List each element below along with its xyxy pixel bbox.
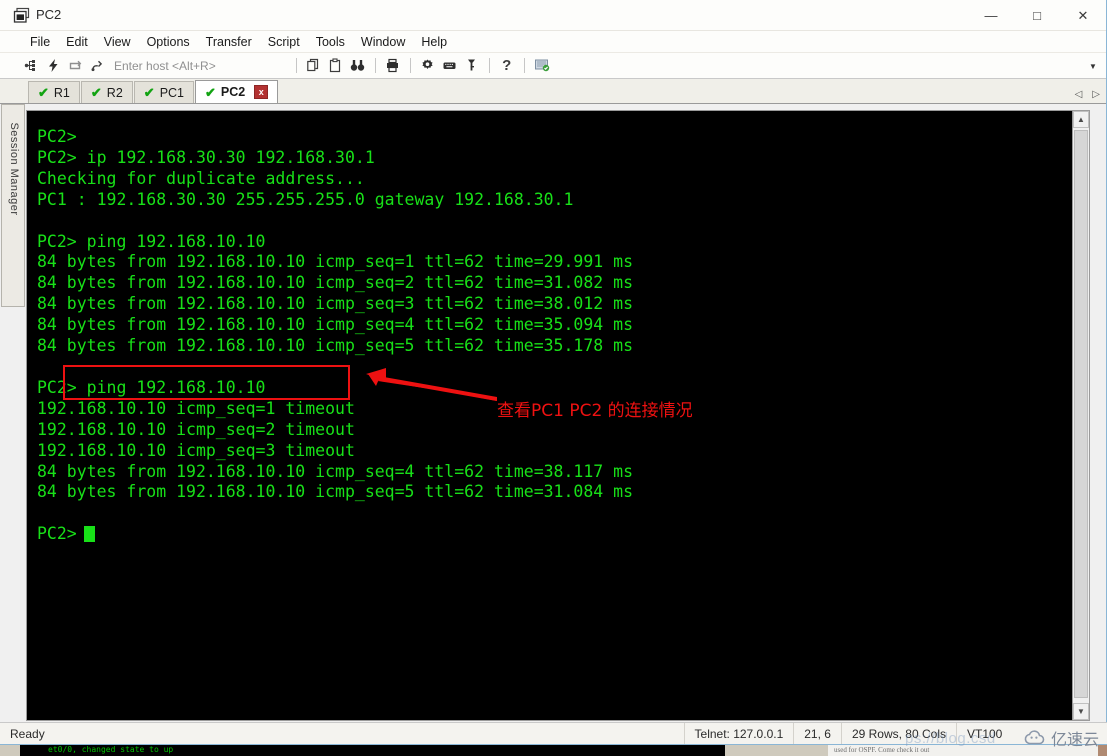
connected-check-icon: ✔ [143,85,155,100]
menu-help[interactable]: Help [413,33,455,51]
status-protocol: Telnet: 127.0.0.1 [685,723,795,744]
watermark-logo: 亿速云 [1024,726,1099,750]
session-options-icon[interactable] [531,55,553,77]
tab-label: PC2 [220,85,246,99]
tab-pc2[interactable]: ✔ PC2 x [195,80,279,103]
connect-sftp-icon[interactable] [86,55,108,77]
terminal-line: 84 bytes from 192.168.10.10 icmp_seq=2 t… [37,273,634,293]
terminal-window-icon [13,7,30,24]
reconnect-icon[interactable] [64,55,86,77]
copy-icon[interactable] [303,55,325,77]
tab-r1[interactable]: ✔ R1 [28,81,80,103]
toolbar-divider-4 [488,58,490,73]
status-cursor-pos: 21, 6 [794,723,842,744]
terminal-line: 84 bytes from 192.168.10.10 icmp_seq=5 t… [37,336,634,356]
tab-label: R1 [53,85,70,100]
connect-icon[interactable] [20,55,42,77]
annotation-text: 查看PC1 PC2 的连接情况 [497,401,693,421]
print-icon[interactable] [382,55,404,77]
toolbar-divider-5 [523,58,525,73]
securecrt-window: PC2 — □ ✕ File Edit View Options Transfe… [0,0,1107,745]
terminal-line: PC2> [37,127,77,146]
window-controls: — □ ✕ [968,0,1106,31]
cloud-logo-icon [1024,730,1045,745]
terminal-line: 84 bytes from 192.168.10.10 icmp_seq=5 t… [37,482,634,502]
menu-transfer[interactable]: Transfer [198,33,260,51]
tab-label: PC1 [159,85,185,100]
toolbar-overflow-chevron-down-icon[interactable]: ▼ [1086,59,1100,73]
background-terminal-window[interactable]: et0/0, changed state to up [20,744,725,756]
key-icon[interactable] [461,55,483,77]
scrollbar-thumb[interactable] [1074,130,1088,698]
menu-file[interactable]: File [22,33,58,51]
terminal-cursor [83,526,95,543]
tab-r2[interactable]: ✔ R2 [80,81,133,103]
toolbar: Enter host <Alt+R> ? ▼ [0,53,1106,79]
scroll-down-arrow-icon[interactable]: ▼ [1073,703,1089,720]
terminal-scrollbar[interactable]: ▲ ▼ [1072,111,1089,720]
terminal-prompt-line: PC2> [37,524,1072,545]
screen: et0/0, changed state to up used for OSPF… [0,0,1107,756]
title-bar: PC2 — □ ✕ [0,0,1106,31]
menu-window[interactable]: Window [353,33,413,51]
settings-icon[interactable] [417,55,439,77]
menu-edit[interactable]: Edit [58,33,96,51]
connected-check-icon: ✔ [205,84,216,100]
session-manager-label: Session Manager [8,122,20,216]
terminal-line: 192.168.10.10 icmp_seq=2 timeout [37,419,355,439]
menu-options[interactable]: Options [139,33,198,51]
menu-script[interactable]: Script [260,33,308,51]
tab-pc1[interactable]: ✔ PC1 [133,81,195,103]
tab-next-arrow-icon[interactable]: ▷ [1092,89,1100,100]
window-title: PC2 [36,7,62,22]
minimize-button[interactable]: — [968,0,1014,31]
terminal-line: PC1 : 192.168.30.30 255.255.255.0 gatewa… [37,189,574,209]
terminal-line: 84 bytes from 192.168.10.10 icmp_seq=1 t… [37,252,634,272]
status-ready: Ready [0,723,685,744]
watermark-brand: 亿速云 [1050,730,1099,749]
tab-close-icon[interactable]: x [254,85,269,99]
toolbar-divider-3 [409,58,411,73]
terminal-line: PC2> ip 192.168.30.30 192.168.30.1 [37,147,375,167]
toolbar-divider-2 [374,58,376,73]
find-icon[interactable] [347,55,369,77]
scroll-up-arrow-icon[interactable]: ▲ [1073,111,1089,128]
watermark-url: ps://blog.csd [905,730,996,747]
tab-label: R2 [106,85,123,100]
keymap-icon[interactable] [439,55,461,77]
terminal-prompt: PC2> [37,524,77,544]
menu-bar: File Edit View Options Transfer Script T… [0,31,1106,53]
terminal-line: PC2> ping 192.168.10.10 [37,231,266,251]
terminal-line: 84 bytes from 192.168.10.10 icmp_seq=3 t… [37,294,634,314]
terminal-line: Checking for duplicate address... [37,168,365,188]
terminal-line: 192.168.10.10 icmp_seq=3 timeout [37,440,355,460]
terminal-line: 84 bytes from 192.168.10.10 icmp_seq=4 t… [37,461,634,481]
quick-connect-icon[interactable] [42,55,64,77]
background-image-window[interactable] [1098,744,1107,756]
host-input[interactable]: Enter host <Alt+R> [114,59,216,73]
tab-bar: ✔ R1 ✔ R2 ✔ PC1 ✔ PC2 x ◁ ▷ [0,79,1106,104]
connected-check-icon: ✔ [38,85,49,100]
connected-check-icon: ✔ [90,85,102,100]
terminal-line: 84 bytes from 192.168.10.10 icmp_seq=4 t… [37,315,634,335]
menu-view[interactable]: View [96,33,139,51]
tab-navigation: ◁ ▷ [1075,89,1100,100]
close-button[interactable]: ✕ [1060,0,1106,31]
paste-icon[interactable] [325,55,347,77]
menu-tools[interactable]: Tools [308,33,353,51]
maximize-button[interactable]: □ [1014,0,1060,31]
help-icon[interactable]: ? [496,55,518,77]
toolbar-divider [295,58,297,73]
session-manager-rail[interactable]: Session Manager [1,104,25,307]
tab-prev-arrow-icon[interactable]: ◁ [1075,89,1083,100]
